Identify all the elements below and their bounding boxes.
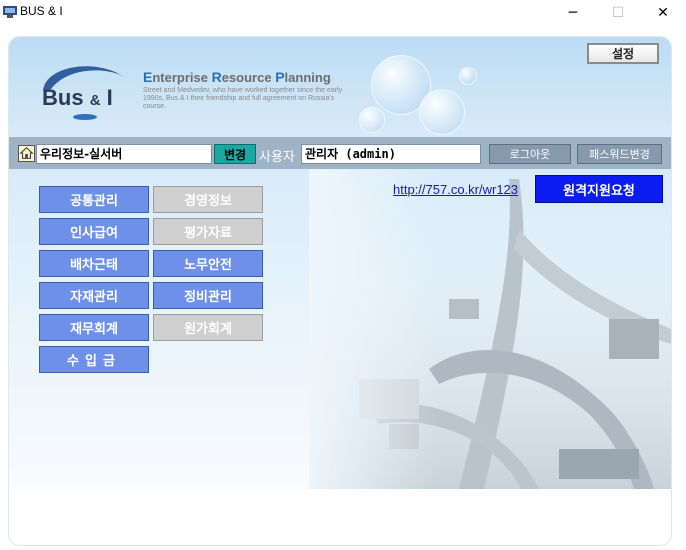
settings-button[interactable]: 설정 (587, 43, 659, 64)
erp-title-letter: P (275, 69, 285, 85)
logo-text-main: Bus (42, 85, 84, 110)
change-button[interactable]: 변경 (214, 144, 256, 164)
close-button[interactable]: ✕ (640, 0, 686, 26)
bottom-area (9, 489, 671, 545)
window-title: BUS & I (20, 4, 63, 18)
title-bar: BUS & I ─ ☐ ✕ (0, 0, 686, 26)
bubble-decoration (359, 107, 385, 133)
bubble-decoration (419, 89, 465, 135)
support-link[interactable]: http://757.co.kr/wr123 (393, 182, 518, 197)
main-panel: Bus & I Enterprise Resource Planning Str… (8, 36, 672, 546)
erp-title: Enterprise Resource Planning (143, 69, 331, 85)
logo-text-end: I (106, 85, 113, 110)
menu-button-management-info[interactable]: 경영정보 (153, 186, 263, 213)
highway-background-image (309, 169, 671, 489)
info-bar: 우리정보-실서버 변경 사용자 관리자 (admin) 로그아웃 패스워드변경 (9, 137, 671, 169)
app-icon (3, 6, 17, 18)
menu-button-finance-accounting[interactable]: 재무회계 (39, 314, 149, 341)
menu-button-maintenance[interactable]: 정비관리 (153, 282, 263, 309)
home-icon[interactable] (18, 145, 35, 162)
logo-text-amp: & (89, 92, 101, 109)
user-field[interactable]: 관리자 (admin) (301, 144, 481, 164)
erp-title-word: esource (221, 70, 276, 85)
menu-button-dispatch-attendance[interactable]: 배차근태 (39, 250, 149, 277)
erp-title-word: lanning (284, 70, 331, 85)
erp-subtitle: Street and Medvedev, who have worked tog… (143, 87, 343, 110)
menu-button-labor-safety[interactable]: 노무안전 (153, 250, 263, 277)
change-password-button[interactable]: 패스워드변경 (577, 144, 662, 164)
erp-title-word: nterprise (152, 70, 212, 85)
logout-button[interactable]: 로그아웃 (489, 144, 571, 164)
user-label: 사용자 (259, 150, 295, 165)
menu-button-common[interactable]: 공통관리 (39, 186, 149, 213)
company-field[interactable]: 우리정보-실서버 (36, 144, 212, 164)
erp-title-letter: R (211, 69, 222, 85)
maximize-button[interactable]: ☐ (595, 0, 641, 26)
header-banner: Bus & I Enterprise Resource Planning Str… (9, 37, 671, 137)
menu-button-revenue[interactable]: 수입금 (39, 346, 149, 373)
logo: Bus & I (42, 85, 113, 111)
minimize-button[interactable]: ─ (550, 0, 596, 26)
bubble-decoration (459, 67, 477, 85)
remote-support-button[interactable]: 원격지원요청 (535, 175, 663, 203)
erp-title-letter: E (143, 69, 153, 85)
menu-button-cost-accounting[interactable]: 원가회계 (153, 314, 263, 341)
menu-button-materials[interactable]: 자재관리 (39, 282, 149, 309)
menu-button-evaluation[interactable]: 평가자료 (153, 218, 263, 245)
menu-button-hr-payroll[interactable]: 인사급여 (39, 218, 149, 245)
